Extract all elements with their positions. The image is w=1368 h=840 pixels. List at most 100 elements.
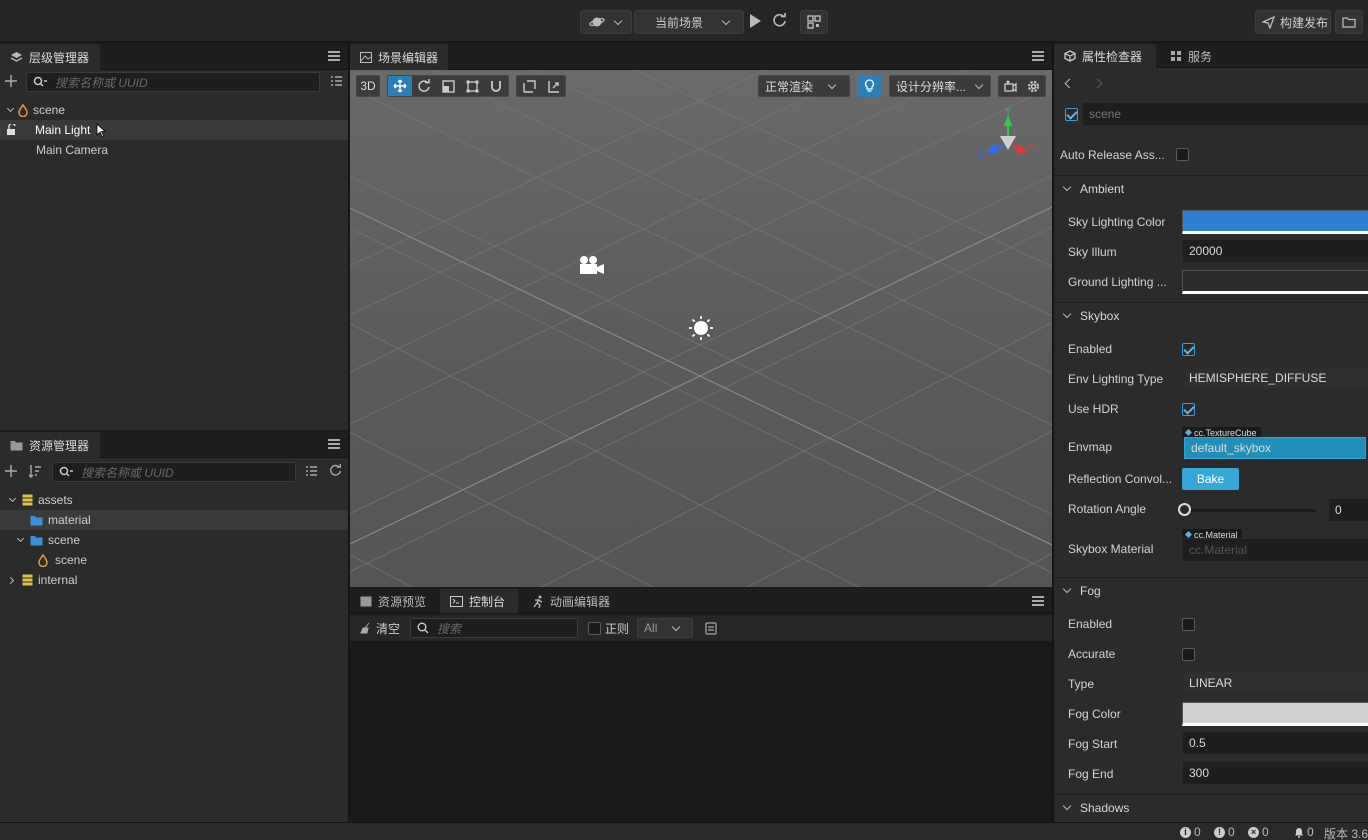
assets-refresh-button[interactable]	[329, 464, 342, 480]
log-level-select[interactable]: All	[637, 618, 694, 638]
ground-color-label: Ground Lighting ...	[1068, 275, 1167, 289]
rotation-angle-input[interactable]: 0	[1328, 498, 1368, 522]
rotation-slider-thumb[interactable]	[1178, 503, 1191, 516]
panel-menu-icon[interactable]	[328, 51, 340, 61]
render-mode-select[interactable]: 正常渲染	[758, 75, 850, 97]
tree-node-main-camera[interactable]: Main Camera	[0, 140, 348, 160]
scene-viewport[interactable]: Y X Z	[350, 70, 1052, 587]
lighting-toggle-button[interactable]	[857, 75, 881, 97]
env-type-select[interactable]: HEMISPHERE_DIFFUSE	[1182, 366, 1368, 390]
status-errors[interactable]: × 0	[1248, 825, 1269, 839]
camera-gizmo[interactable]	[577, 254, 605, 279]
tree-node-internal[interactable]: internal	[0, 570, 348, 590]
tree-node-scene[interactable]: scene	[0, 100, 348, 120]
tree-node-main-light[interactable]: Main Light	[0, 120, 348, 140]
clear-button[interactable]: 清空	[360, 620, 400, 637]
lock-open-icon[interactable]	[6, 124, 18, 136]
chevron-down-icon	[1062, 182, 1072, 192]
regex-checkbox[interactable]	[588, 621, 602, 635]
status-warnings[interactable]: ! 0	[1214, 825, 1235, 839]
fog-enabled-checkbox[interactable]	[1182, 618, 1195, 631]
rotate-tool-button[interactable]	[412, 76, 436, 96]
pivot-icon	[522, 79, 536, 93]
fog-end-input[interactable]: 300	[1182, 761, 1368, 785]
pivot-button[interactable]	[517, 76, 541, 96]
preview-qr-button[interactable]	[800, 10, 828, 34]
open-folder-button[interactable]	[1335, 10, 1363, 34]
fog-type-select[interactable]: LINEAR	[1182, 671, 1368, 695]
refresh-button[interactable]	[772, 13, 787, 31]
build-label: 构建发布	[1280, 15, 1329, 30]
tab-animation-editor[interactable]: 动画编辑器	[522, 589, 622, 613]
panel-menu-icon[interactable]	[1032, 596, 1044, 606]
add-asset-button[interactable]	[4, 464, 18, 481]
tab-scene-editor[interactable]: 场景编辑器	[350, 44, 448, 70]
assets-list-view-button[interactable]	[305, 465, 318, 480]
splitter-left[interactable]	[348, 44, 350, 822]
tab-services[interactable]: 服务	[1160, 44, 1224, 68]
send-icon	[1262, 15, 1275, 29]
camera-icon[interactable]	[1004, 80, 1017, 92]
section-ambient[interactable]: Ambient	[1054, 175, 1368, 201]
sort-button[interactable]	[28, 464, 42, 481]
section-shadows[interactable]: Shadows	[1054, 794, 1368, 820]
axis-gizmo[interactable]: Y X Z	[976, 106, 1036, 169]
section-skybox[interactable]: Skybox	[1054, 302, 1368, 328]
magnet-tool-button[interactable]	[484, 76, 508, 96]
tab-console[interactable]: 控制台	[440, 589, 518, 613]
skybox-material-field[interactable]: cc.Material	[1182, 538, 1368, 562]
rotation-slider-track[interactable]	[1184, 509, 1316, 512]
node-active-checkbox[interactable]	[1065, 108, 1078, 121]
tab-assets[interactable]: 资源管理器	[0, 432, 100, 458]
gear-icon[interactable]	[1027, 80, 1040, 93]
scale-tool-button[interactable]	[436, 76, 460, 96]
auto-release-checkbox[interactable]	[1176, 148, 1189, 161]
section-fog[interactable]: Fog	[1054, 577, 1368, 603]
status-notifications[interactable]: 0	[1294, 825, 1314, 839]
resolution-select[interactable]: 设计分辨率...	[889, 75, 991, 97]
fog-start-input[interactable]: 0.5	[1182, 731, 1368, 755]
status-info[interactable]: i 0	[1180, 825, 1201, 839]
use-hdr-checkbox[interactable]	[1182, 403, 1195, 416]
log-file-icon[interactable]	[705, 621, 717, 635]
mode-3d-button[interactable]: 3D	[356, 75, 380, 97]
tab-inspector[interactable]: 属性检查器	[1054, 44, 1156, 68]
tab-hierarchy[interactable]: 层级管理器	[0, 44, 100, 70]
tree-node-label: Main Camera	[36, 143, 109, 157]
ground-color-swatch[interactable]	[1182, 270, 1368, 294]
rect-tool-button[interactable]	[460, 76, 484, 96]
console-search-input[interactable]: 搜索	[410, 618, 579, 638]
fog-enabled-label: Enabled	[1068, 617, 1113, 631]
envmap-asset-field[interactable]: default_skybox	[1184, 437, 1366, 459]
panel-menu-icon[interactable]	[1032, 51, 1044, 61]
forward-button[interactable]	[1092, 76, 1103, 90]
camera-settings-group	[998, 75, 1046, 97]
fog-accurate-checkbox[interactable]	[1182, 648, 1195, 661]
tree-node-assets[interactable]: assets	[0, 490, 348, 510]
sky-color-swatch[interactable]	[1182, 210, 1368, 234]
hierarchy-list-view-button[interactable]	[330, 75, 343, 90]
hierarchy-search-input[interactable]: 搜索名称或 UUID	[26, 72, 320, 92]
fog-color-swatch[interactable]	[1182, 702, 1368, 726]
tree-node-scene-folder[interactable]: scene	[0, 530, 348, 550]
tree-node-scene-asset[interactable]: scene	[0, 550, 348, 570]
scene-select[interactable]: 当前场景	[634, 10, 744, 34]
skybox-enabled-checkbox[interactable]	[1182, 343, 1195, 356]
sky-illum-input[interactable]: 20000	[1182, 239, 1368, 263]
light-gizmo[interactable]	[688, 315, 714, 344]
build-publish-button[interactable]: 构建发布	[1255, 10, 1331, 34]
panel-menu-icon[interactable]	[328, 439, 340, 449]
node-name-input[interactable]: scene	[1082, 102, 1368, 126]
platform-select[interactable]	[580, 10, 632, 34]
play-button[interactable]	[748, 13, 762, 32]
tab-asset-preview[interactable]: 资源预览	[350, 589, 438, 613]
tab-services-label: 服务	[1188, 49, 1213, 64]
assets-search-input[interactable]: 搜索名称或 UUID	[52, 462, 296, 482]
back-button[interactable]	[1064, 76, 1075, 90]
coordinate-button[interactable]	[541, 76, 565, 96]
add-node-button[interactable]	[4, 74, 18, 91]
bake-button[interactable]: Bake	[1182, 468, 1239, 490]
scene-select-label: 当前场景	[655, 15, 704, 30]
move-tool-button[interactable]	[388, 76, 412, 96]
tree-node-material[interactable]: material	[0, 510, 348, 530]
